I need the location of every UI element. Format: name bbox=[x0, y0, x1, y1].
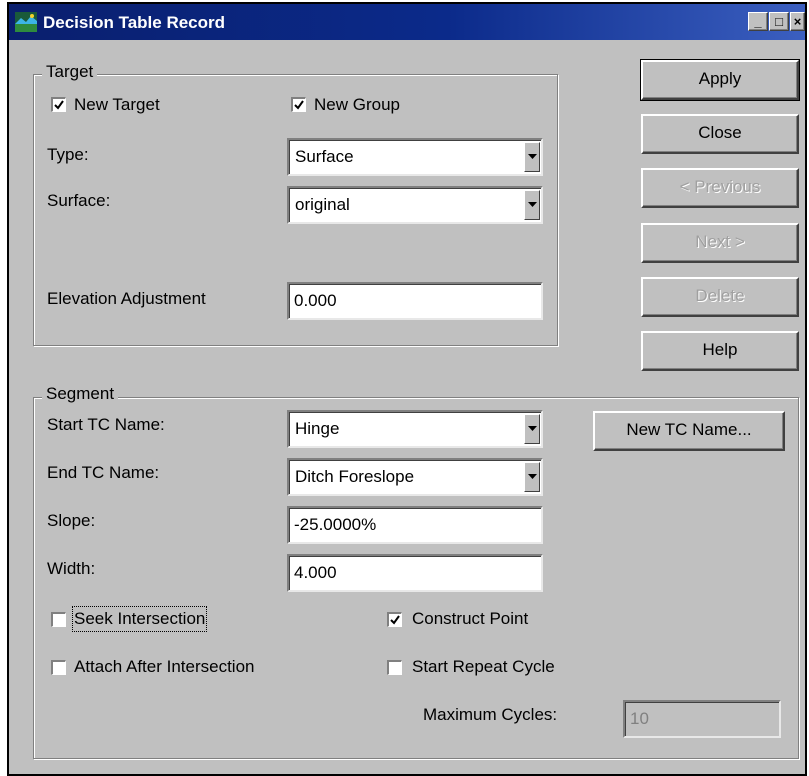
start-repeat-cycle-label: Start Repeat Cycle bbox=[412, 657, 555, 676]
slope-label: Slope: bbox=[47, 511, 96, 530]
width-label: Width: bbox=[47, 559, 96, 578]
start-tc-dropdown-button[interactable] bbox=[524, 414, 540, 444]
window-title: Decision Table Record bbox=[43, 13, 226, 32]
surface-select[interactable]: original bbox=[287, 186, 543, 224]
new-target-label: New Target bbox=[74, 95, 160, 114]
type-value: Surface bbox=[295, 147, 354, 166]
chevron-down-icon bbox=[528, 154, 537, 159]
previous-button[interactable]: < Previous bbox=[641, 168, 799, 208]
construct-point-label: Construct Point bbox=[412, 609, 529, 628]
minimize-icon: _ bbox=[754, 14, 762, 29]
start-repeat-cycle-checkbox[interactable] bbox=[387, 660, 402, 675]
surface-value: original bbox=[295, 195, 350, 214]
end-tc-dropdown-button[interactable] bbox=[524, 462, 540, 492]
maximum-cycles-input[interactable]: 10 bbox=[623, 700, 781, 738]
close-window-button[interactable]: × bbox=[790, 12, 805, 31]
new-group-label: New Group bbox=[314, 95, 400, 114]
end-tc-name-select[interactable]: Ditch Foreslope bbox=[287, 458, 543, 496]
elevation-adjustment-input[interactable]: 0.000 bbox=[287, 282, 543, 320]
start-tc-name-label: Start TC Name: bbox=[47, 415, 165, 434]
title-bar[interactable]: Decision Table Record _ □ × bbox=[9, 4, 805, 40]
next-button[interactable]: Next > bbox=[641, 223, 799, 263]
type-select[interactable]: Surface bbox=[287, 138, 543, 176]
construct-point-checkbox[interactable] bbox=[387, 612, 402, 627]
width-input[interactable]: 4.000 bbox=[287, 554, 543, 592]
apply-button[interactable]: Apply bbox=[640, 59, 800, 101]
close-button[interactable]: Close bbox=[641, 114, 799, 154]
delete-button[interactable]: Delete bbox=[641, 277, 799, 317]
new-target-checkbox[interactable] bbox=[51, 97, 66, 112]
new-tc-name-button[interactable]: New TC Name... bbox=[593, 411, 785, 451]
surface-dropdown-button[interactable] bbox=[524, 190, 540, 220]
start-tc-name-value: Hinge bbox=[295, 419, 340, 438]
check-icon bbox=[294, 100, 304, 110]
maximum-cycles-label: Maximum Cycles: bbox=[423, 705, 558, 724]
dialog-client-area: Target New Target New Group Type: Surfac… bbox=[9, 40, 805, 774]
elevation-adjustment-label: Elevation Adjustment bbox=[47, 289, 206, 308]
chevron-down-icon bbox=[528, 474, 537, 479]
target-group-title: Target bbox=[42, 62, 98, 82]
segment-group-title: Segment bbox=[42, 384, 119, 404]
app-icon bbox=[15, 12, 37, 32]
chevron-down-icon bbox=[528, 202, 537, 207]
attach-after-intersection-label: Attach After Intersection bbox=[74, 657, 255, 676]
close-icon: × bbox=[793, 14, 802, 29]
new-group-checkbox[interactable] bbox=[291, 97, 306, 112]
chevron-down-icon bbox=[528, 426, 537, 431]
surface-label: Surface: bbox=[47, 191, 111, 210]
minimize-button[interactable]: _ bbox=[748, 12, 768, 31]
type-dropdown-button[interactable] bbox=[524, 142, 540, 172]
help-button[interactable]: Help bbox=[641, 331, 799, 371]
attach-after-intersection-checkbox[interactable] bbox=[51, 660, 66, 675]
start-tc-name-select[interactable]: Hinge bbox=[287, 410, 543, 448]
maximize-button[interactable]: □ bbox=[769, 12, 789, 31]
check-icon bbox=[54, 100, 64, 110]
maximize-icon: □ bbox=[775, 14, 783, 29]
type-label: Type: bbox=[47, 145, 89, 164]
end-tc-name-label: End TC Name: bbox=[47, 463, 160, 482]
check-icon bbox=[390, 615, 400, 625]
seek-intersection-label: Seek Intersection bbox=[71, 606, 208, 632]
end-tc-name-value: Ditch Foreslope bbox=[295, 467, 415, 486]
seek-intersection-checkbox[interactable] bbox=[51, 612, 66, 627]
slope-input[interactable]: -25.0000% bbox=[287, 506, 543, 544]
decision-table-record-window: Decision Table Record _ □ × Target New T… bbox=[7, 2, 807, 776]
